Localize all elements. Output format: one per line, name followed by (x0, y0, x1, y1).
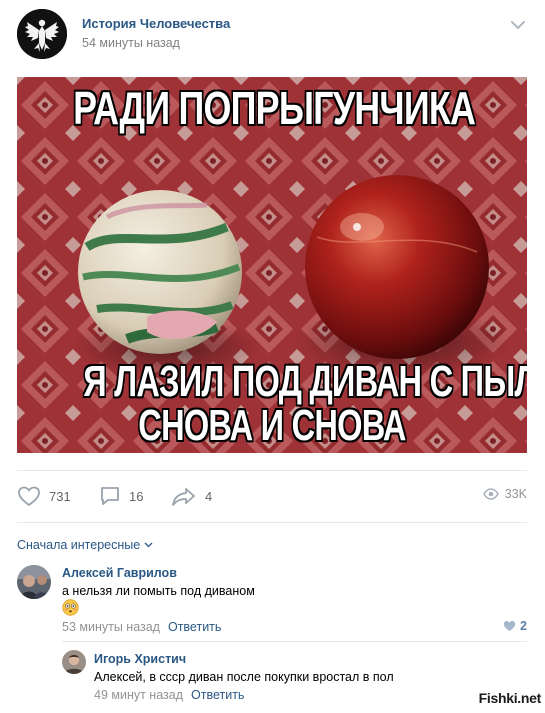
group-name[interactable]: История Человечества (82, 16, 230, 31)
reply-button[interactable]: Ответить (191, 688, 244, 702)
comment-icon (101, 487, 119, 505)
share-count: 4 (205, 488, 213, 504)
meme-bottom-caption: Я ЛАЗИЛ ПОД ДИВАН С ПЫЛЬЮ СНОВА И СНОВА (83, 357, 527, 450)
views-counter: 33K (482, 487, 527, 501)
comment-like-count: 2 (520, 619, 527, 633)
chevron-down-icon[interactable] (509, 18, 527, 32)
comment-meta: 53 минуты назад Ответить (62, 620, 221, 634)
reply-meta: 49 минут назад Ответить (94, 688, 244, 702)
comment-text: а нельзя ли помыть под диваном (62, 584, 255, 598)
reply-author[interactable]: Игорь Христич (94, 652, 186, 666)
avatar[interactable] (17, 565, 51, 599)
comment-like-button[interactable]: 2 (503, 619, 527, 633)
divider (17, 522, 527, 523)
meme-bottom-line-1: Я ЛАЗИЛ ПОД ДИВАН С ПЫЛЬЮ (83, 357, 527, 406)
red-ball (305, 175, 489, 359)
eye-icon (482, 488, 499, 500)
post-actions: 731 16 4 33K (0, 481, 545, 511)
comment-button[interactable]: 16 (99, 481, 143, 511)
flushed-face-emoji-icon (62, 599, 79, 616)
heart-icon (18, 486, 40, 507)
meme-bottom-line-2: СНОВА И СНОВА (138, 401, 406, 450)
like-count: 731 (49, 488, 71, 504)
heart-icon (503, 621, 516, 631)
comment-author[interactable]: Алексей Гаврилов (62, 566, 177, 580)
like-button[interactable]: 731 (17, 481, 71, 511)
sort-label: Сначала интересные (17, 538, 141, 552)
reply-time[interactable]: 49 минут назад (94, 688, 183, 702)
striped-ball (78, 190, 242, 354)
eagle-emblem-icon (17, 9, 67, 59)
comment-count: 16 (129, 488, 144, 504)
group-avatar[interactable] (17, 9, 67, 59)
meme-top-caption: РАДИ ПОПРЫГУНЧИКА (73, 82, 476, 134)
post-header: История Человечества 54 минуты назад (0, 0, 545, 70)
post-time[interactable]: 54 минуты назад (82, 36, 180, 50)
comment-time[interactable]: 53 минуты назад (62, 620, 160, 634)
views-count: 33K (504, 487, 527, 501)
comments-sort-dropdown[interactable]: Сначала интересные (17, 538, 153, 552)
divider (17, 470, 527, 471)
user-photo (17, 565, 51, 599)
reply-button[interactable]: Ответить (168, 620, 221, 634)
user-photo (62, 650, 86, 674)
site-watermark: Fishki.net (478, 690, 542, 706)
chevron-down-icon (144, 542, 153, 548)
post-image[interactable]: РАДИ ПОПРЫГУНЧИКА Я ЛАЗИЛ ПОД ДИВАН С ПЫ… (17, 77, 527, 453)
divider (62, 641, 527, 642)
reply-text: Алексей, в ссср диван после покупки врос… (94, 670, 394, 684)
avatar[interactable] (62, 650, 86, 674)
share-icon (172, 488, 195, 506)
share-button[interactable]: 4 (171, 481, 212, 511)
